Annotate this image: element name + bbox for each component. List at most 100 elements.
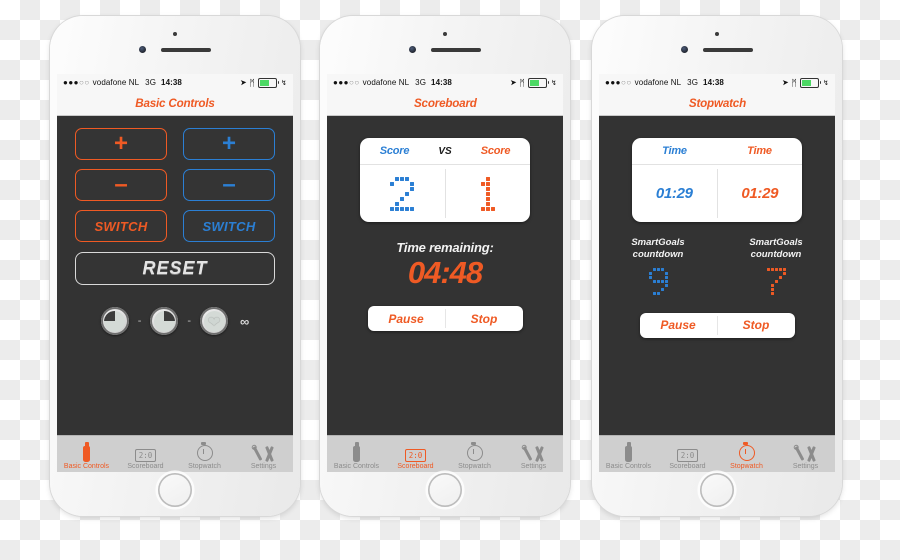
nav-bar: Stopwatch xyxy=(599,91,835,116)
tab-stopwatch[interactable]: Stopwatch xyxy=(445,436,504,472)
charging-icon: ↯ xyxy=(551,79,557,87)
earpiece-speaker xyxy=(431,48,481,52)
infinity-label: ∞ xyxy=(240,313,250,329)
charging-icon: ↯ xyxy=(823,79,829,87)
tab-settings[interactable]: Settings xyxy=(776,436,835,472)
home-button[interactable] xyxy=(428,473,462,507)
tab-label: Settings xyxy=(250,463,277,470)
reset-button[interactable]: RESET xyxy=(75,252,275,285)
screen-scoreboard: ●●●○○ vodafone NL 3G 14:38 ➤ ᛗ ↯ Scorebo… xyxy=(327,74,563,472)
smartgoals-value-left xyxy=(599,267,717,295)
carrier-label: vodafone NL xyxy=(362,78,410,87)
status-clock: 14:38 xyxy=(703,78,724,87)
tab-settings[interactable]: Settings xyxy=(504,436,563,472)
front-camera-icon xyxy=(681,46,688,53)
switch-button-left[interactable]: SWITCH xyxy=(75,210,167,242)
time-card-body: 01:29 01:29 xyxy=(632,165,802,222)
bluetooth-icon: ᛗ xyxy=(791,77,798,88)
earpiece-speaker xyxy=(161,48,211,52)
minus-button-right[interactable]: – xyxy=(183,169,275,201)
smartgoals-row: SmartGoals countdown SmartGoals countdow… xyxy=(599,237,835,295)
network-type-label: 3G xyxy=(145,78,157,87)
smartgoals-label-left-line2: countdown xyxy=(632,248,684,260)
plus-button-right[interactable]: + xyxy=(183,128,275,160)
tab-stopwatch[interactable]: Stopwatch xyxy=(175,436,234,472)
network-type-label: 3G xyxy=(415,78,427,87)
stop-button[interactable]: Stop xyxy=(446,312,523,326)
home-button[interactable] xyxy=(158,473,192,507)
signal-strength-icon: ●●●○○ xyxy=(63,78,90,87)
screen-stopwatch: ●●●○○ vodafone NL 3G 14:38 ➤ ᛗ ↯ Stopwat… xyxy=(599,74,835,472)
signal-strength-icon: ●●●○○ xyxy=(333,78,360,87)
battery-icon xyxy=(528,77,550,88)
tab-settings[interactable]: Settings xyxy=(234,436,293,472)
clock-gauge-icon[interactable] xyxy=(100,307,129,335)
content-scoreboard: Score VS Score Time remaining: 04:48 Pau… xyxy=(327,138,563,462)
phone-scoreboard: ●●●○○ vodafone NL 3G 14:38 ➤ ᛗ ↯ Scorebo… xyxy=(320,16,570,516)
phone-bottom-bezel xyxy=(592,472,842,516)
bottle-icon xyxy=(83,442,90,462)
status-bar: ●●●○○ vodafone NL 3G 14:38 ➤ ᛗ ↯ xyxy=(57,74,293,91)
bluetooth-icon: ᛗ xyxy=(249,77,256,88)
pause-button[interactable]: Pause xyxy=(640,318,717,332)
score-card-header: Score VS Score xyxy=(360,138,530,165)
score-card: Score VS Score xyxy=(360,138,530,222)
heart-gauge-icon[interactable]: ❤ xyxy=(200,307,229,335)
page-title: Stopwatch xyxy=(688,96,746,110)
tab-bar: Basic Controls 2:0 Scoreboard Stopwatch … xyxy=(57,435,293,472)
battery-icon xyxy=(800,77,822,88)
home-button[interactable] xyxy=(700,473,734,507)
tab-basic-controls[interactable]: Basic Controls xyxy=(57,436,116,472)
gauge-row: - - ❤ ∞ xyxy=(57,285,293,335)
content-basic-controls: + + – – SWITCH SWITCH RESET - - ❤ ∞ xyxy=(57,116,293,440)
status-clock: 14:38 xyxy=(431,78,452,87)
pause-button[interactable]: Pause xyxy=(368,312,445,326)
content-stopwatch: Time Time 01:29 01:29 SmartGoals countdo… xyxy=(599,138,835,462)
phone-stopwatch: ●●●○○ vodafone NL 3G 14:38 ➤ ᛗ ↯ Stopwat… xyxy=(592,16,842,516)
nav-bar: Scoreboard xyxy=(327,91,563,116)
tab-label: Stopwatch xyxy=(188,463,221,470)
phone-top-bezel xyxy=(50,16,300,74)
tab-bar: Basic Controls 2:0 Scoreboard Stopwatch … xyxy=(599,435,835,472)
smartgoals-value-right xyxy=(717,267,835,295)
location-arrow-icon: ➤ xyxy=(239,77,247,88)
charging-icon: ↯ xyxy=(281,79,287,87)
tab-label: Basic Controls xyxy=(333,463,380,470)
status-clock: 14:38 xyxy=(161,78,182,87)
tab-scoreboard[interactable]: 2:0 Scoreboard xyxy=(116,436,175,472)
status-bar: ●●●○○ vodafone NL 3G 14:38 ➤ ᛗ ↯ xyxy=(599,74,835,91)
nav-bar: Basic Controls xyxy=(57,91,293,116)
rear-camera-icon xyxy=(443,32,447,36)
tab-label: Stopwatch xyxy=(458,463,491,470)
status-bar: ●●●○○ vodafone NL 3G 14:38 ➤ ᛗ ↯ xyxy=(327,74,563,91)
signal-strength-icon: ●●●○○ xyxy=(605,78,632,87)
time-value-right-wrap: 01:29 xyxy=(718,165,803,222)
scorebox-icon: 2:0 xyxy=(404,443,427,462)
switch-button-right[interactable]: SWITCH xyxy=(183,210,275,242)
tab-basic-controls[interactable]: Basic Controls xyxy=(599,436,658,472)
tab-scoreboard[interactable]: 2:0 Scoreboard xyxy=(386,436,445,472)
smartgoals-right: SmartGoals countdown xyxy=(717,237,835,295)
time-remaining-label: Time remaining: xyxy=(396,240,494,255)
reset-label: RESET xyxy=(142,258,208,278)
location-arrow-icon: ➤ xyxy=(509,77,517,88)
tab-label: Basic Controls xyxy=(605,463,652,470)
stopwatch-icon xyxy=(738,442,755,462)
tab-label: Scoreboard xyxy=(669,463,706,470)
plus-button-left[interactable]: + xyxy=(75,128,167,160)
minus-button-left[interactable]: – xyxy=(75,169,167,201)
tab-stopwatch[interactable]: Stopwatch xyxy=(717,436,776,472)
tab-label: Stopwatch xyxy=(730,463,763,470)
vs-label: VS xyxy=(438,145,452,157)
phone-basic-controls: ●●●○○ vodafone NL 3G 14:38 ➤ ᛗ ↯ Basic C… xyxy=(50,16,300,516)
reset-button-wrap: RESET xyxy=(57,242,293,285)
tab-basic-controls[interactable]: Basic Controls xyxy=(327,436,386,472)
stop-button[interactable]: Stop xyxy=(718,318,795,332)
time-label-left: Time xyxy=(662,145,687,157)
gauge-separator: - xyxy=(137,315,142,327)
control-button-grid: + + – – SWITCH SWITCH xyxy=(57,116,293,242)
tab-scoreboard[interactable]: 2:0 Scoreboard xyxy=(658,436,717,472)
bluetooth-icon: ᛗ xyxy=(519,77,526,88)
tools-icon xyxy=(794,443,816,462)
clock-gauge-icon[interactable] xyxy=(150,307,179,335)
